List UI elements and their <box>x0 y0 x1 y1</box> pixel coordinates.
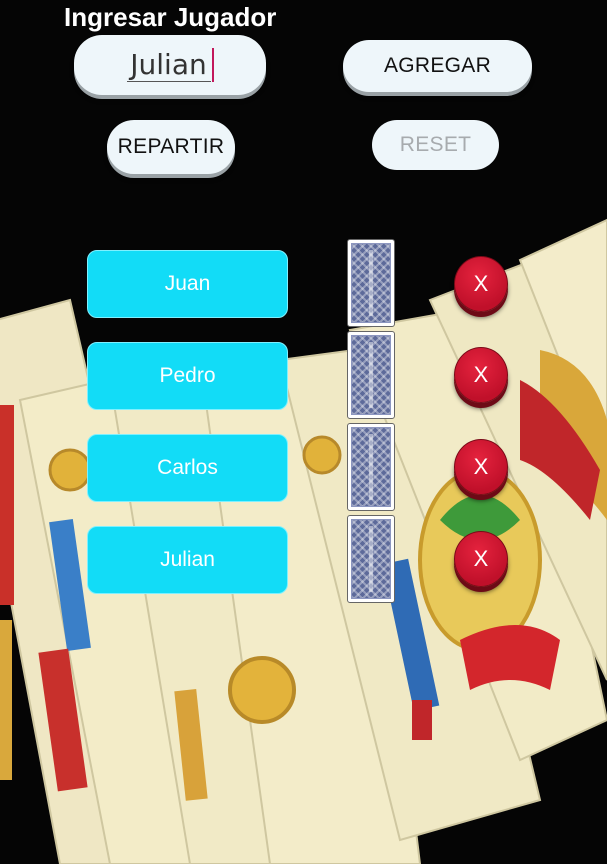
player-name-field[interactable] <box>74 35 266 95</box>
delete-label: X <box>473 454 489 479</box>
player-button-julian[interactable]: Julian <box>87 526 288 594</box>
delete-player-button[interactable]: X <box>454 439 508 495</box>
player-name: Pedro <box>159 364 216 387</box>
page-title: Ingresar Jugador <box>64 2 277 32</box>
player-button-juan[interactable]: Juan <box>87 250 288 318</box>
card-back-icon <box>347 423 395 511</box>
delete-label: X <box>473 362 489 387</box>
delete-player-button[interactable]: X <box>454 531 508 587</box>
delete-label: X <box>473 546 489 571</box>
text-caret <box>211 48 214 82</box>
reset-label: RESET <box>399 133 472 156</box>
player-button-carlos[interactable]: Carlos <box>87 434 288 502</box>
reset-button[interactable]: RESET <box>372 120 499 170</box>
add-player-label: AGREGAR <box>383 54 492 77</box>
player-name: Juan <box>164 272 211 295</box>
delete-label: X <box>473 271 489 296</box>
deal-label: REPARTIR <box>117 135 225 158</box>
card-back-icon <box>347 239 395 327</box>
player-name-input[interactable] <box>126 48 211 82</box>
player-name: Carlos <box>157 456 218 479</box>
deal-button[interactable]: REPARTIR <box>107 120 235 174</box>
add-player-button[interactable]: AGREGAR <box>343 40 532 92</box>
player-name: Julian <box>160 548 215 571</box>
card-back-icon <box>347 515 395 603</box>
card-back-icon <box>347 331 395 419</box>
player-button-pedro[interactable]: Pedro <box>87 342 288 410</box>
delete-player-button[interactable]: X <box>454 347 508 403</box>
background-spanish-cards-image <box>0 0 607 864</box>
delete-player-button[interactable]: X <box>454 256 508 312</box>
